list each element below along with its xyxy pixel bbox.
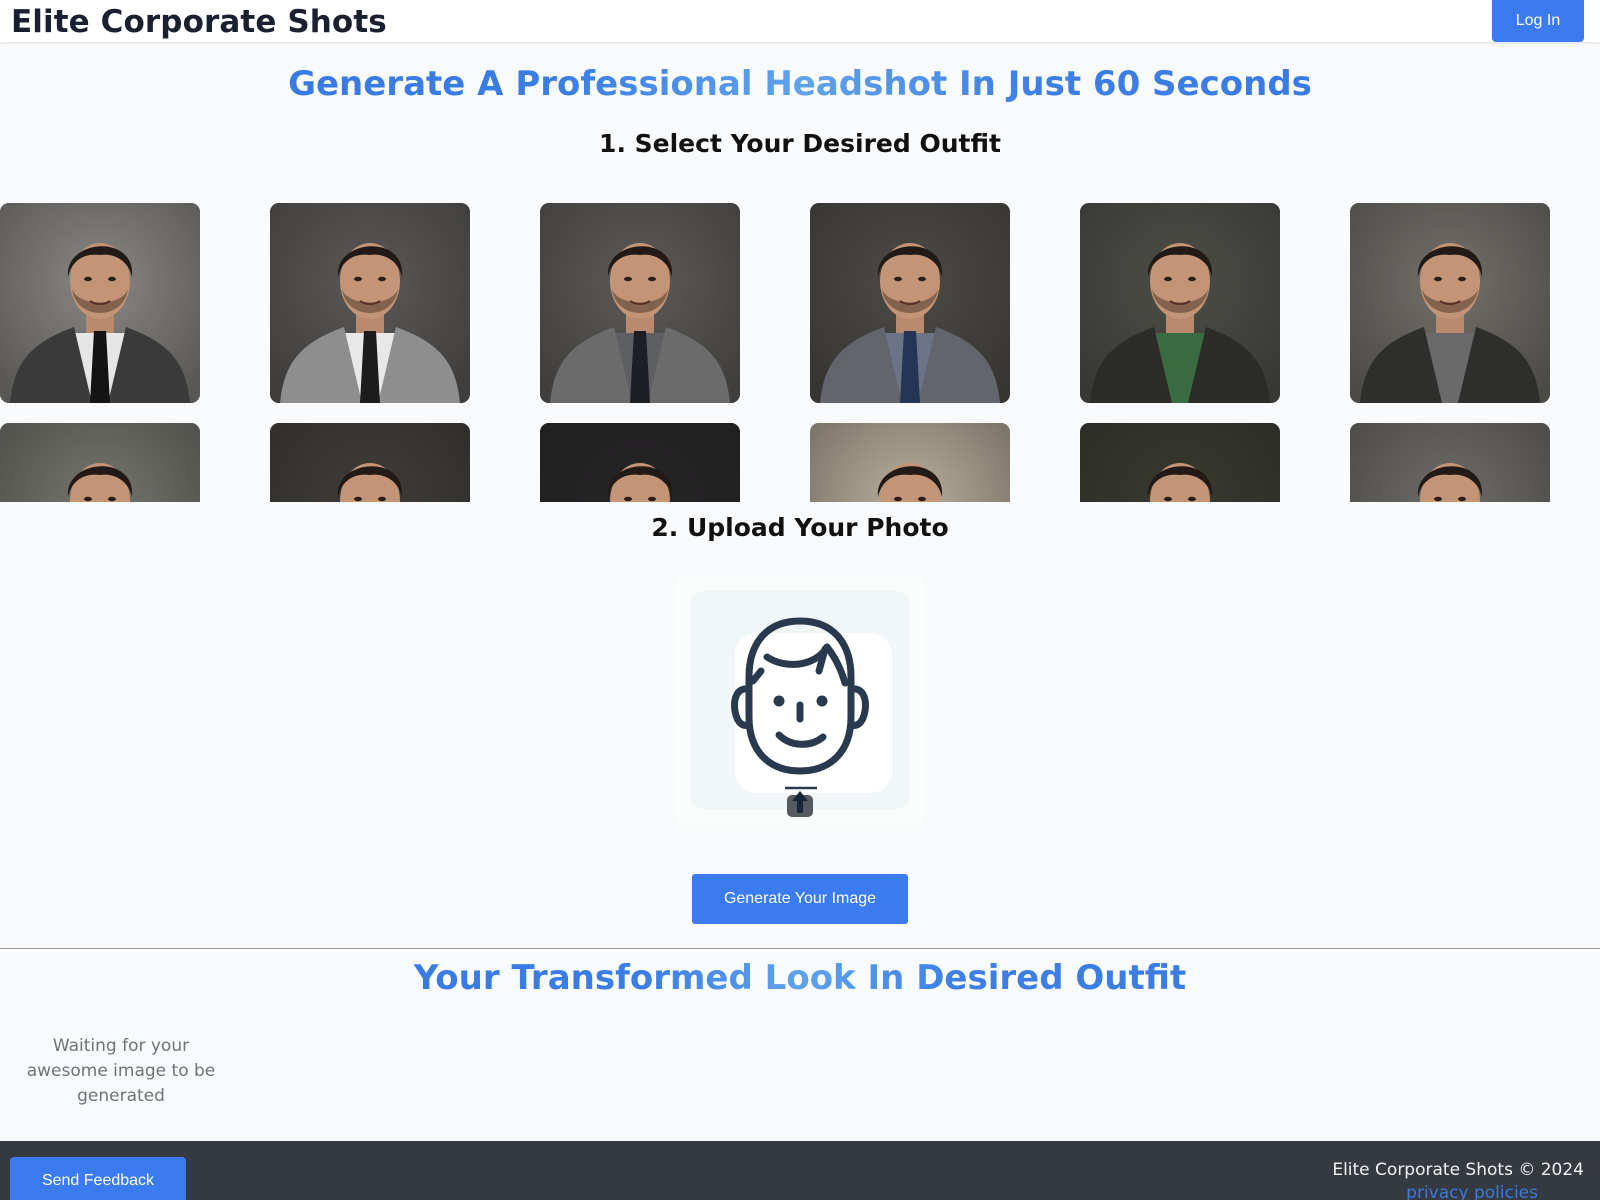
outfit-gallery-scroll[interactable] [0,203,1600,502]
privacy-policies-link[interactable]: privacy policies [1406,1183,1538,1200]
photo-upload-dropzone[interactable] [675,577,925,825]
outfit-option[interactable] [810,203,1010,403]
step-1-title: 1. Select Your Desired Outfit [599,129,1001,158]
outfit-option[interactable] [270,423,470,502]
waiting-status-text: Waiting for your awesome image to be gen… [26,1036,216,1106]
login-button[interactable]: Log In [1492,0,1584,42]
outfit-option[interactable] [1080,203,1280,403]
outfit-portrait-image [540,423,740,502]
footer-copyright: Elite Corporate Shots © 2024 [1332,1160,1584,1180]
outfit-option[interactable] [1350,203,1550,403]
outfit-portrait-image [1080,423,1280,502]
outfit-portrait-image [540,203,740,403]
outfit-portrait-image [270,203,470,403]
outfit-portrait-image [810,203,1010,403]
outfit-portrait-image [0,423,200,502]
hero-title: Generate A Professional Headshot In Just… [0,64,1600,104]
result-title: Your Transformed Look In Desired Outfit [0,958,1600,998]
send-feedback-button[interactable]: Send Feedback [10,1157,186,1200]
outfit-portrait-image [270,423,470,502]
outfit-option[interactable] [540,423,740,502]
section-divider [0,948,1600,949]
outfit-portrait-image [1350,423,1550,502]
outfit-portrait-image [1350,203,1550,403]
outfit-portrait-image [0,203,200,403]
top-navbar: Elite Corporate Shots Log In [0,0,1600,42]
footer: Send Feedback Elite Corporate Shots © 20… [0,1141,1600,1200]
outfit-option[interactable] [540,203,740,403]
outfit-option[interactable] [0,203,200,403]
outfit-portrait-image [1080,203,1280,403]
outfit-option[interactable] [0,423,200,502]
outfit-portrait-image [810,423,1010,502]
outfit-option[interactable] [1080,423,1280,502]
brand-logo-text[interactable]: Elite Corporate Shots [11,4,387,40]
outfit-gallery [0,203,1600,502]
generate-image-button[interactable]: Generate Your Image [692,874,908,924]
face-upload-icon [731,617,869,817]
step-2-title: 2. Upload Your Photo [651,513,949,542]
outfit-option[interactable] [810,423,1010,502]
outfit-option[interactable] [270,203,470,403]
outfit-option[interactable] [1350,423,1550,502]
